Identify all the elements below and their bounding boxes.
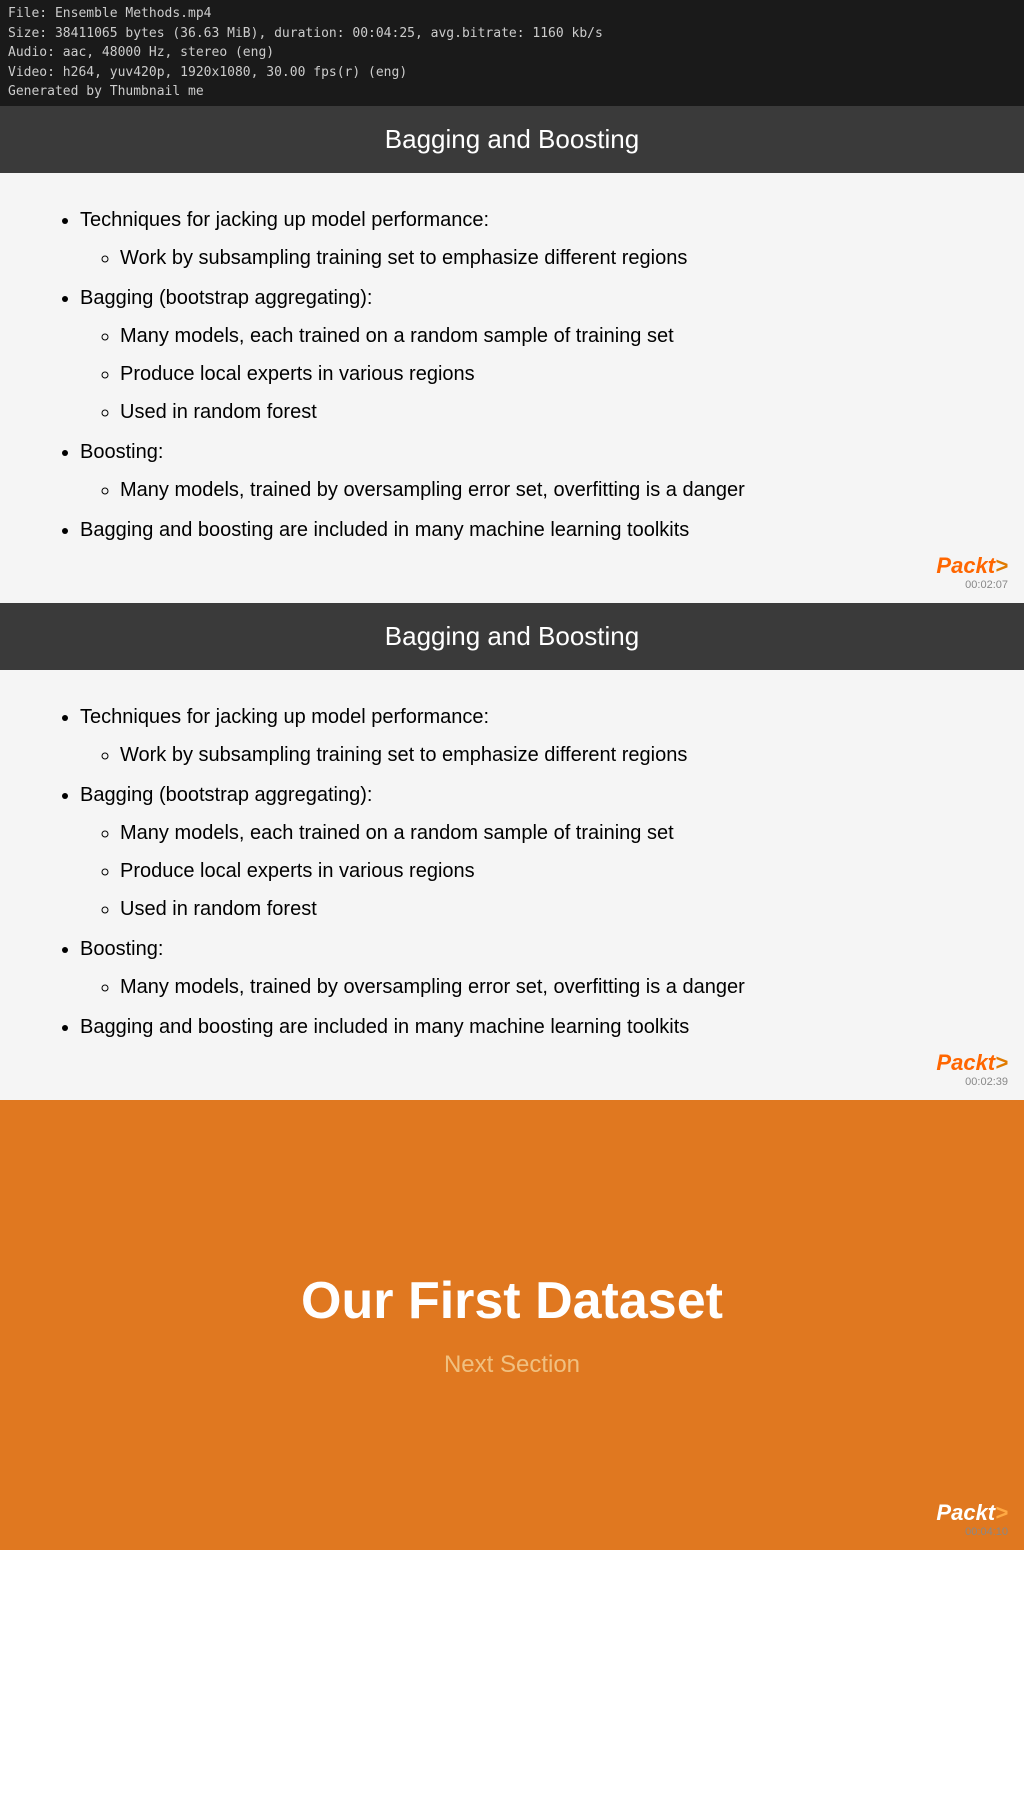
list-item: Boosting: Many models, trained by oversa…: [80, 435, 974, 507]
list-item: Produce local experts in various regions: [120, 854, 974, 888]
slide-2-bullet-list: Techniques for jacking up model performa…: [50, 700, 974, 1044]
list-item: Many models, each trained on a random sa…: [120, 816, 974, 850]
slide-1-content: Techniques for jacking up model performa…: [0, 173, 1024, 603]
slide-1-bullet-list: Techniques for jacking up model performa…: [50, 203, 974, 547]
packt-logo-1: Packt> 00:02:07: [936, 553, 1008, 591]
packt-logo-2: Packt> 00:02:39: [936, 1050, 1008, 1088]
list-item: Work by subsampling training set to emph…: [120, 738, 974, 772]
sub-list: Work by subsampling training set to emph…: [80, 738, 974, 772]
metadata-line5: Generated by Thumbnail me: [8, 82, 1016, 102]
metadata-line2: Size: 38411065 bytes (36.63 MiB), durati…: [8, 24, 1016, 44]
list-item: Work by subsampling training set to emph…: [120, 241, 974, 275]
list-item: Produce local experts in various regions: [120, 357, 974, 391]
list-item: Used in random forest: [120, 395, 974, 429]
list-item: Bagging (bootstrap aggregating): Many mo…: [80, 778, 974, 926]
metadata-line1: File: Ensemble Methods.mp4: [8, 4, 1016, 24]
list-item: Used in random forest: [120, 892, 974, 926]
list-item: Many models, trained by oversampling err…: [120, 970, 974, 1004]
slide-1-header: Bagging and Boosting: [0, 106, 1024, 173]
timestamp-2: 00:02:39: [936, 1076, 1008, 1088]
slide-2: Bagging and Boosting Techniques for jack…: [0, 603, 1024, 1100]
metadata-line4: Video: h264, yuv420p, 1920x1080, 30.00 f…: [8, 63, 1016, 83]
metadata-bar: File: Ensemble Methods.mp4 Size: 3841106…: [0, 0, 1024, 106]
slide-2-header: Bagging and Boosting: [0, 603, 1024, 670]
sub-list: Many models, each trained on a random sa…: [80, 319, 974, 429]
slide-2-content: Techniques for jacking up model performa…: [0, 670, 1024, 1100]
packt-logo-3: Packt> 00:04:10: [936, 1500, 1008, 1538]
list-item: Boosting: Many models, trained by oversa…: [80, 932, 974, 1004]
list-item: Bagging and boosting are included in man…: [80, 513, 974, 547]
sub-list: Work by subsampling training set to emph…: [80, 241, 974, 275]
sub-list: Many models, trained by oversampling err…: [80, 970, 974, 1004]
sub-list: Many models, each trained on a random sa…: [80, 816, 974, 926]
metadata-line3: Audio: aac, 48000 Hz, stereo (eng): [8, 43, 1016, 63]
slide-3-title: Our First Dataset: [301, 1271, 723, 1331]
list-item: Many models, each trained on a random sa…: [120, 319, 974, 353]
list-item: Bagging (bootstrap aggregating): Many mo…: [80, 281, 974, 429]
sub-list: Many models, trained by oversampling err…: [80, 473, 974, 507]
timestamp-1: 00:02:07: [936, 579, 1008, 591]
timestamp-3: 00:04:10: [936, 1526, 1008, 1538]
slide-3-subtitle: Next Section: [444, 1351, 580, 1379]
list-item: Many models, trained by oversampling err…: [120, 473, 974, 507]
slide-3: Our First Dataset Next Section Packt> 00…: [0, 1100, 1024, 1550]
list-item: Techniques for jacking up model performa…: [80, 700, 974, 772]
list-item: Techniques for jacking up model performa…: [80, 203, 974, 275]
slide-1: Bagging and Boosting Techniques for jack…: [0, 106, 1024, 603]
list-item: Bagging and boosting are included in man…: [80, 1010, 974, 1044]
